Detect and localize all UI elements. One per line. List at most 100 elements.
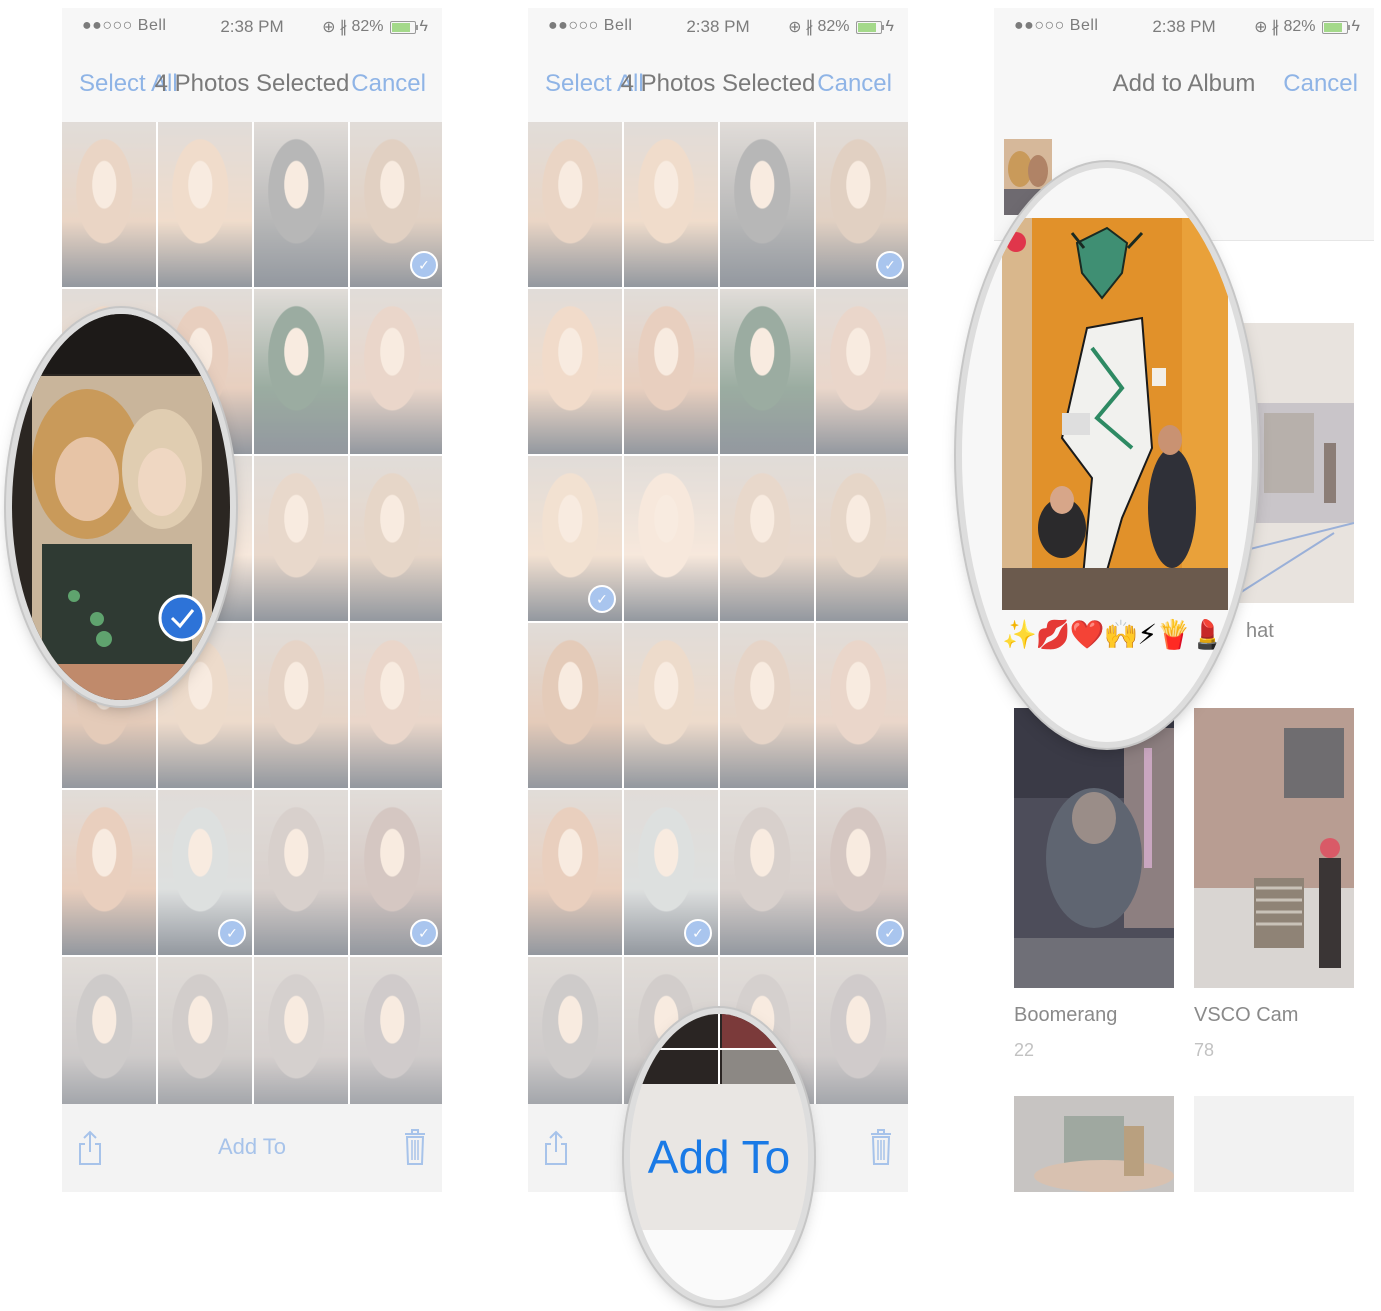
photo-image bbox=[720, 122, 814, 287]
album-thumb-boomerang[interactable] bbox=[1014, 708, 1174, 988]
photo-thumbnail[interactable] bbox=[816, 957, 908, 1122]
photo-thumbnail[interactable]: ✓ bbox=[528, 456, 622, 621]
photo-thumbnail[interactable]: ✓ bbox=[350, 122, 442, 287]
battery-icon bbox=[1321, 20, 1350, 34]
charging-icon: ϟ bbox=[1351, 18, 1360, 35]
photo-image bbox=[350, 957, 442, 1122]
cancel-button[interactable]: Cancel bbox=[1283, 70, 1358, 98]
photo-image bbox=[816, 289, 908, 454]
photo-image bbox=[720, 289, 814, 454]
photo-image bbox=[816, 456, 908, 621]
trash-icon[interactable] bbox=[870, 1128, 892, 1166]
photo-thumbnail[interactable] bbox=[720, 623, 814, 788]
photo-thumbnail[interactable] bbox=[528, 957, 622, 1122]
album-name-vsco-cam[interactable]: VSCO Cam bbox=[1194, 1004, 1298, 1027]
battery-fill bbox=[857, 22, 876, 32]
status-right: ⊕ ∦ 82% ϟ bbox=[322, 17, 428, 37]
photo-thumbnail[interactable]: ✓ bbox=[158, 790, 252, 955]
selected-check-icon: ✓ bbox=[410, 919, 438, 947]
lock-rotation-icon: ⊕ bbox=[322, 19, 336, 36]
trash-icon[interactable] bbox=[404, 1128, 426, 1166]
photo-thumbnail[interactable] bbox=[720, 456, 814, 621]
photo-thumbnail[interactable] bbox=[816, 289, 908, 454]
selected-check-icon: ✓ bbox=[410, 251, 438, 279]
photo-thumbnail[interactable] bbox=[720, 289, 814, 454]
photo-image bbox=[254, 623, 348, 788]
photo-thumbnail[interactable] bbox=[62, 790, 156, 955]
photo-image bbox=[720, 456, 814, 621]
photo-thumbnail[interactable] bbox=[528, 790, 622, 955]
album-name-boomerang[interactable]: Boomerang bbox=[1014, 1004, 1117, 1027]
photo-image bbox=[528, 122, 622, 287]
photo-image bbox=[528, 790, 622, 955]
photo-image bbox=[528, 623, 622, 788]
photo-image bbox=[350, 456, 442, 621]
bottom-toolbar: Add To bbox=[62, 1104, 442, 1192]
photo-image bbox=[350, 289, 442, 454]
lock-rotation-icon: ⊕ bbox=[788, 19, 802, 36]
photo-thumbnail[interactable] bbox=[254, 790, 348, 955]
photo-image bbox=[62, 122, 156, 287]
photo-thumbnail[interactable] bbox=[254, 456, 348, 621]
magnified-album-preview[interactable]: ✨💋❤️🙌⚡🍟💄 bbox=[962, 168, 1252, 742]
charging-icon: ϟ bbox=[419, 18, 428, 35]
selected-check-icon: ✓ bbox=[684, 919, 712, 947]
photo-thumbnail[interactable]: ✓ bbox=[816, 790, 908, 955]
photo-image bbox=[254, 289, 348, 454]
album-count-vsco-cam: 78 bbox=[1194, 1040, 1215, 1060]
photo-thumbnail[interactable] bbox=[350, 289, 442, 454]
photo-thumbnail[interactable]: ✓ bbox=[624, 790, 718, 955]
zoomed-toolbar: Add To bbox=[630, 1084, 808, 1230]
cancel-button[interactable]: Cancel bbox=[351, 70, 426, 98]
selected-check-icon: ✓ bbox=[876, 251, 904, 279]
photo-thumbnail[interactable] bbox=[350, 957, 442, 1122]
photo-thumbnail[interactable] bbox=[350, 623, 442, 788]
photo-thumbnail[interactable] bbox=[816, 456, 908, 621]
photo-thumbnail[interactable]: ✓ bbox=[816, 122, 908, 287]
zoomed-photo-strip bbox=[630, 1014, 808, 1084]
photo-thumbnail[interactable] bbox=[254, 623, 348, 788]
photo-thumbnail[interactable] bbox=[528, 122, 622, 287]
emoji-caption: ✨💋❤️🙌⚡🍟💄 bbox=[1002, 619, 1225, 650]
status-bar: ●●○○○ Bell 2:38 PM ⊕ ∦ 82% ϟ bbox=[528, 8, 908, 46]
photo-thumbnail[interactable] bbox=[624, 456, 718, 621]
photo-image bbox=[62, 957, 156, 1122]
photo-thumbnail[interactable] bbox=[720, 790, 814, 955]
photo-image bbox=[62, 790, 156, 955]
status-bar: ●●○○○ Bell 2:38 PM ⊕ ∦ 82% ϟ bbox=[62, 8, 442, 46]
photo-image bbox=[254, 122, 348, 287]
battery-percent: 82% bbox=[351, 18, 384, 35]
photo-thumbnail[interactable] bbox=[350, 456, 442, 621]
album-thumb-bottom-right[interactable] bbox=[1194, 1096, 1354, 1192]
magnified-selected-photo bbox=[12, 314, 230, 700]
selected-check-icon: ✓ bbox=[876, 919, 904, 947]
photo-thumbnail[interactable] bbox=[624, 623, 718, 788]
photo-thumbnail[interactable] bbox=[158, 957, 252, 1122]
zoomed-photo bbox=[12, 314, 230, 700]
photo-image bbox=[624, 456, 718, 621]
photo-thumbnail[interactable] bbox=[624, 122, 718, 287]
status-right: ⊕ ∦ 82% ϟ bbox=[788, 17, 894, 37]
photo-thumbnail[interactable] bbox=[254, 122, 348, 287]
photo-thumbnail[interactable]: ✓ bbox=[350, 790, 442, 955]
photo-thumbnail[interactable] bbox=[158, 122, 252, 287]
share-icon[interactable] bbox=[544, 1130, 568, 1166]
add-to-label-zoomed[interactable]: Add To bbox=[630, 1130, 808, 1184]
photo-thumbnail[interactable] bbox=[254, 289, 348, 454]
photo-thumbnail[interactable] bbox=[528, 623, 622, 788]
photo-thumbnail[interactable] bbox=[816, 623, 908, 788]
photo-thumbnail[interactable] bbox=[624, 289, 718, 454]
photo-thumbnail[interactable] bbox=[62, 122, 156, 287]
photo-thumbnail[interactable] bbox=[528, 289, 622, 454]
lock-rotation-icon: ⊕ bbox=[1254, 19, 1268, 36]
album-thumb-vsco-cam[interactable] bbox=[1194, 708, 1354, 988]
photo-thumbnail[interactable] bbox=[720, 122, 814, 287]
magnified-add-to-button[interactable]: Add To bbox=[630, 1014, 808, 1300]
add-to-button[interactable]: Add To bbox=[62, 1134, 442, 1160]
cancel-button[interactable]: Cancel bbox=[817, 70, 892, 98]
photo-thumbnail[interactable] bbox=[62, 957, 156, 1122]
battery-fill bbox=[391, 22, 410, 32]
album-preview-photo bbox=[1002, 218, 1228, 610]
photo-thumbnail[interactable] bbox=[254, 957, 348, 1122]
album-thumb-bottom-left[interactable] bbox=[1014, 1096, 1174, 1192]
